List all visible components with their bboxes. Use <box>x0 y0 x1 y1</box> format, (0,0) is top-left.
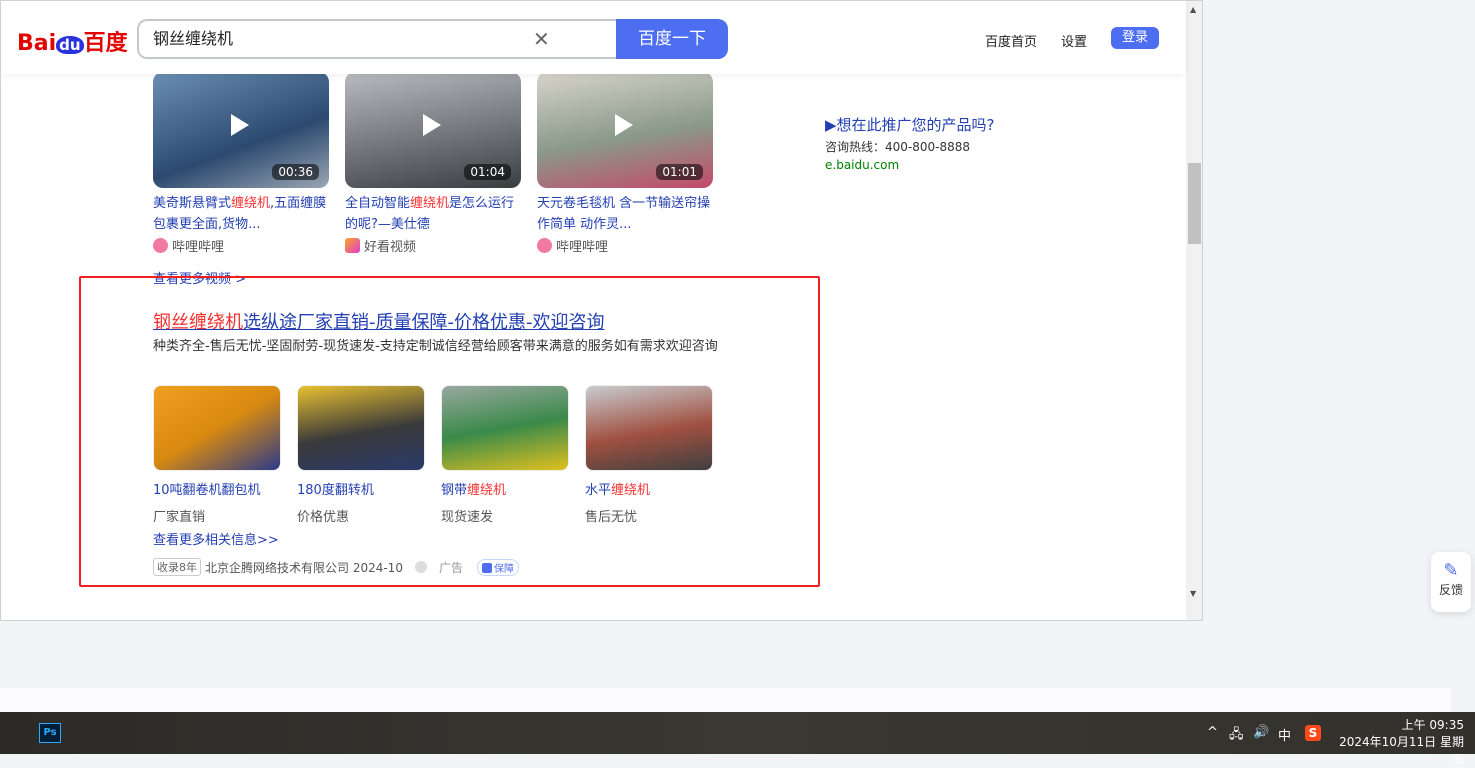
hotline: 咨询热线：400-800-8888 <box>825 140 971 154</box>
bilibili-icon <box>537 238 552 253</box>
video-card[interactable]: 01:01 天元卷毛毯机 含一节输送帘操作简单 动作灵... 哔哩哔哩 <box>537 72 713 255</box>
video-card[interactable]: 01:04 全自动智能缠绕机是怎么运行的呢?—美仕德 好看视频 <box>345 72 521 255</box>
scrollbar[interactable]: ▲ ▼ <box>1186 1 1202 620</box>
login-button[interactable]: 登录 <box>1111 27 1159 49</box>
video-title[interactable]: 全自动智能缠绕机是怎么运行的呢?—美仕德 <box>345 193 521 235</box>
duration: 00:36 <box>272 164 319 180</box>
highlight-box <box>79 276 820 587</box>
play-icon <box>423 114 441 136</box>
page-bottom <box>0 688 1451 712</box>
photoshop-icon[interactable]: Ps <box>39 723 61 743</box>
video-source: 哔哩哔哩 <box>153 236 329 255</box>
feedback-label: 反馈 <box>1438 583 1463 597</box>
search-button[interactable]: 百度一下 <box>616 19 728 59</box>
duration: 01:01 <box>656 164 703 180</box>
network-icon[interactable]: 🖧 <box>1229 725 1244 747</box>
domain-link[interactable]: e.baidu.com <box>825 158 899 172</box>
clock[interactable]: 上午 09:35 2024年10月11日 星期五 <box>1334 717 1464 768</box>
bilibili-icon <box>153 238 168 253</box>
duration: 01:04 <box>464 164 511 180</box>
video-source: 哔哩哔哩 <box>537 236 713 255</box>
chevron-up-icon[interactable]: ^ <box>1207 725 1218 740</box>
scrollbar-thumb[interactable] <box>1188 163 1201 244</box>
sogou-icon[interactable]: S <box>1305 725 1321 741</box>
haokan-icon <box>345 238 360 253</box>
pen-icon: ✎ <box>1443 560 1459 581</box>
video-source: 好看视频 <box>345 236 521 255</box>
play-icon <box>615 114 633 136</box>
video-card[interactable]: 00:36 美奇斯悬臂式缠绕机,五面缠膜包裹更全面,货物... 哔哩哔哩 <box>153 72 329 255</box>
taskbar: Ps ^ 🖧 🔊 中 S 上午 09:35 2024年10月11日 星期五 <box>0 712 1475 766</box>
baidu-logo[interactable]: Bai du 百度 <box>17 25 128 57</box>
video-thumbnail[interactable]: 01:01 <box>537 72 713 188</box>
clear-icon[interactable]: ✕ <box>533 27 550 51</box>
home-link[interactable]: 百度首页 <box>985 31 1037 50</box>
settings-link[interactable]: 设置 <box>1061 31 1087 50</box>
volume-icon[interactable]: 🔊 <box>1253 725 1269 740</box>
video-thumbnail[interactable]: 00:36 <box>153 72 329 188</box>
header: Bai du 百度 钢丝缠绕机 ✕ 百度一下 百度首页 设置 登录 <box>1 1 1186 74</box>
video-title[interactable]: 美奇斯悬臂式缠绕机,五面缠膜包裹更全面,货物... <box>153 193 329 235</box>
scroll-up-icon[interactable]: ▲ <box>1190 5 1196 14</box>
scroll-down-icon[interactable]: ▼ <box>1190 589 1196 598</box>
video-title[interactable]: 天元卷毛毯机 含一节输送帘操作简单 动作灵... <box>537 193 713 235</box>
feedback-button[interactable]: ✎ 反馈 <box>1431 552 1471 612</box>
play-icon <box>231 114 249 136</box>
video-thumbnail[interactable]: 01:04 <box>345 72 521 188</box>
promo-link[interactable]: ▶想在此推广您的产品吗? <box>825 114 995 135</box>
ime-indicator[interactable]: 中 <box>1278 725 1291 744</box>
browser-viewport: Bai du 百度 钢丝缠绕机 ✕ 百度一下 百度首页 设置 登录 00:36 美奇… <box>0 0 1203 621</box>
